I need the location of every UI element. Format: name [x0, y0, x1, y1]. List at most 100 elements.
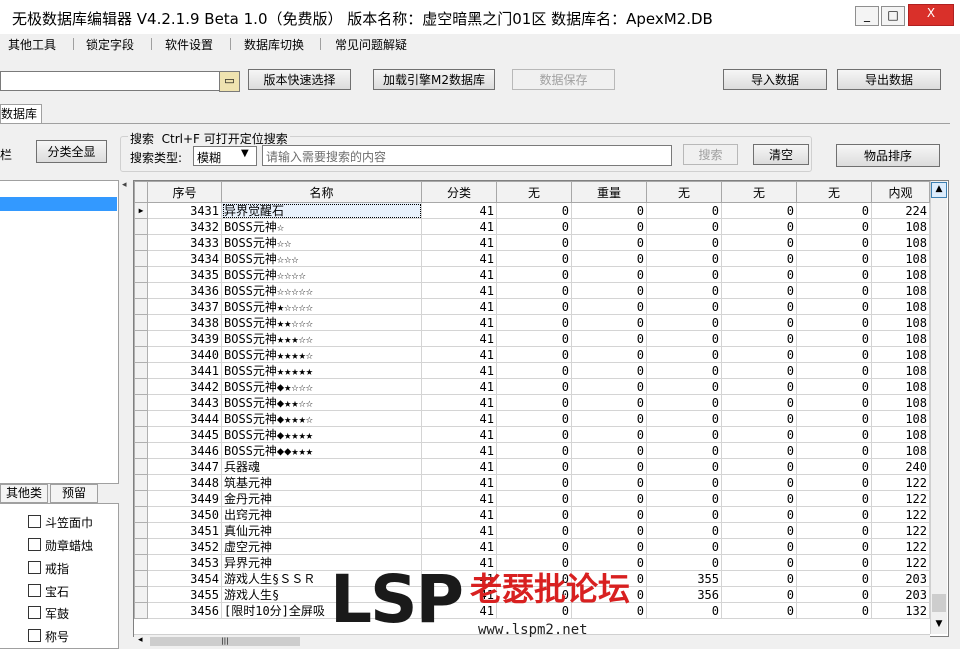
table-cell[interactable]: 3441 [147, 362, 222, 379]
table-cell[interactable]: 0 [496, 282, 572, 299]
table-cell[interactable]: 0 [646, 490, 722, 507]
table-row[interactable]: 3434 BOSS元神☆☆☆ 41 0 0 0 0 0 108 [134, 250, 930, 267]
table-cell[interactable]: 122 [871, 490, 930, 507]
table-cell[interactable]: 0 [496, 410, 572, 427]
table-cell[interactable]: 3453 [147, 554, 222, 571]
row-indicator[interactable] [134, 538, 148, 555]
category-checkbox[interactable]: 戒指 [28, 560, 69, 576]
table-cell[interactable]: 0 [796, 250, 872, 267]
table-row[interactable]: 3448 筑基元神 41 0 0 0 0 0 122 [134, 474, 930, 491]
table-cell[interactable]: 122 [871, 554, 930, 571]
table-cell[interactable]: 108 [871, 266, 930, 283]
table-cell[interactable]: 3447 [147, 458, 222, 475]
table-cell[interactable]: 0 [721, 202, 797, 219]
table-cell[interactable]: 3456 [147, 602, 222, 619]
column-header[interactable]: 重量 [571, 181, 647, 203]
table-cell[interactable]: 0 [796, 586, 872, 603]
table-cell[interactable]: 41 [421, 410, 497, 427]
table-row[interactable]: 3439 BOSS元神★★★☆☆ 41 0 0 0 0 0 108 [134, 330, 930, 347]
table-cell[interactable]: 0 [646, 602, 722, 619]
table-cell[interactable]: 41 [421, 346, 497, 363]
table-cell[interactable]: 0 [721, 474, 797, 491]
table-cell[interactable]: 41 [421, 394, 497, 411]
table-cell[interactable]: 0 [721, 282, 797, 299]
table-cell[interactable]: 0 [646, 442, 722, 459]
table-cell[interactable]: 0 [496, 362, 572, 379]
row-indicator[interactable] [134, 394, 148, 411]
row-indicator[interactable] [134, 362, 148, 379]
table-cell[interactable]: 0 [571, 394, 647, 411]
table-cell[interactable]: 0 [646, 250, 722, 267]
row-indicator[interactable] [134, 282, 148, 299]
table-cell[interactable]: 0 [646, 474, 722, 491]
table-cell[interactable]: 108 [871, 442, 930, 459]
table-cell[interactable]: 0 [796, 490, 872, 507]
category-checkbox[interactable]: 宝石 [28, 583, 69, 599]
table-cell[interactable]: BOSS元神★★★☆☆ [221, 330, 422, 347]
table-cell[interactable]: 0 [496, 346, 572, 363]
table-cell[interactable]: 0 [571, 250, 647, 267]
table-row[interactable]: 3447 兵器魂 41 0 0 0 0 0 240 [134, 458, 930, 475]
table-cell[interactable]: 41 [421, 282, 497, 299]
import-data-button[interactable]: 导入数据 [723, 69, 827, 90]
table-cell[interactable]: 0 [796, 394, 872, 411]
menu-other-tools[interactable]: 其他工具 [8, 36, 56, 53]
table-cell[interactable]: 132 [871, 602, 930, 619]
version-quick-select-button[interactable]: 版本快速选择 [248, 69, 351, 90]
table-cell[interactable]: 0 [646, 234, 722, 251]
table-row[interactable]: 3444 BOSS元神◆★★★☆ 41 0 0 0 0 0 108 [134, 410, 930, 427]
table-cell[interactable]: 0 [796, 330, 872, 347]
table-cell[interactable]: 41 [421, 202, 497, 219]
table-cell[interactable]: 41 [421, 250, 497, 267]
table-cell[interactable]: 0 [496, 378, 572, 395]
table-cell[interactable]: 3448 [147, 474, 222, 491]
category-tree[interactable] [0, 180, 119, 484]
row-indicator[interactable] [134, 554, 148, 571]
category-checkbox[interactable]: 称号 [28, 628, 69, 644]
table-cell[interactable]: 0 [646, 346, 722, 363]
table-cell[interactable]: 41 [421, 266, 497, 283]
table-cell[interactable]: 3442 [147, 378, 222, 395]
table-cell[interactable]: 3452 [147, 538, 222, 555]
table-cell[interactable]: 0 [496, 394, 572, 411]
row-indicator[interactable] [134, 506, 148, 523]
column-header[interactable]: 名称 [221, 181, 422, 203]
row-indicator[interactable] [134, 474, 148, 491]
table-cell[interactable]: 41 [421, 298, 497, 315]
table-row[interactable]: ▶ 3431 异界觉醒石 41 0 0 0 0 0 224 [134, 202, 930, 219]
table-cell[interactable]: 0 [646, 266, 722, 283]
row-indicator[interactable] [134, 490, 148, 507]
table-cell[interactable]: 0 [571, 362, 647, 379]
table-cell[interactable]: 108 [871, 282, 930, 299]
table-cell[interactable]: 0 [721, 490, 797, 507]
table-cell[interactable]: 41 [421, 378, 497, 395]
table-cell[interactable]: 122 [871, 474, 930, 491]
table-cell[interactable]: 0 [796, 570, 872, 587]
table-cell[interactable]: BOSS元神☆ [221, 218, 422, 235]
table-cell[interactable]: 3451 [147, 522, 222, 539]
table-cell[interactable]: 0 [646, 362, 722, 379]
tab-reserved[interactable]: 预留 [50, 484, 98, 503]
table-cell[interactable]: 41 [421, 506, 497, 523]
table-cell[interactable]: 0 [571, 330, 647, 347]
table-cell[interactable]: 356 [646, 586, 722, 603]
table-row[interactable]: 3432 BOSS元神☆ 41 0 0 0 0 0 108 [134, 218, 930, 235]
table-cell[interactable]: 41 [421, 218, 497, 235]
table-cell[interactable]: 41 [421, 426, 497, 443]
row-indicator[interactable] [134, 426, 148, 443]
row-indicator[interactable] [134, 602, 148, 619]
menu-lock-fields[interactable]: 锁定字段 [86, 36, 134, 53]
table-row[interactable]: 3449 金丹元神 41 0 0 0 0 0 122 [134, 490, 930, 507]
table-cell[interactable]: 0 [721, 506, 797, 523]
table-cell[interactable]: 0 [796, 362, 872, 379]
table-cell[interactable]: 0 [721, 586, 797, 603]
table-cell[interactable]: 0 [721, 410, 797, 427]
table-cell[interactable]: 0 [571, 266, 647, 283]
scroll-thumb[interactable] [932, 594, 946, 612]
table-cell[interactable]: 0 [796, 410, 872, 427]
table-cell[interactable]: 108 [871, 426, 930, 443]
table-cell[interactable]: 0 [496, 314, 572, 331]
table-cell[interactable]: 0 [721, 442, 797, 459]
column-header[interactable]: 序号 [147, 181, 222, 203]
row-indicator[interactable] [134, 586, 148, 603]
